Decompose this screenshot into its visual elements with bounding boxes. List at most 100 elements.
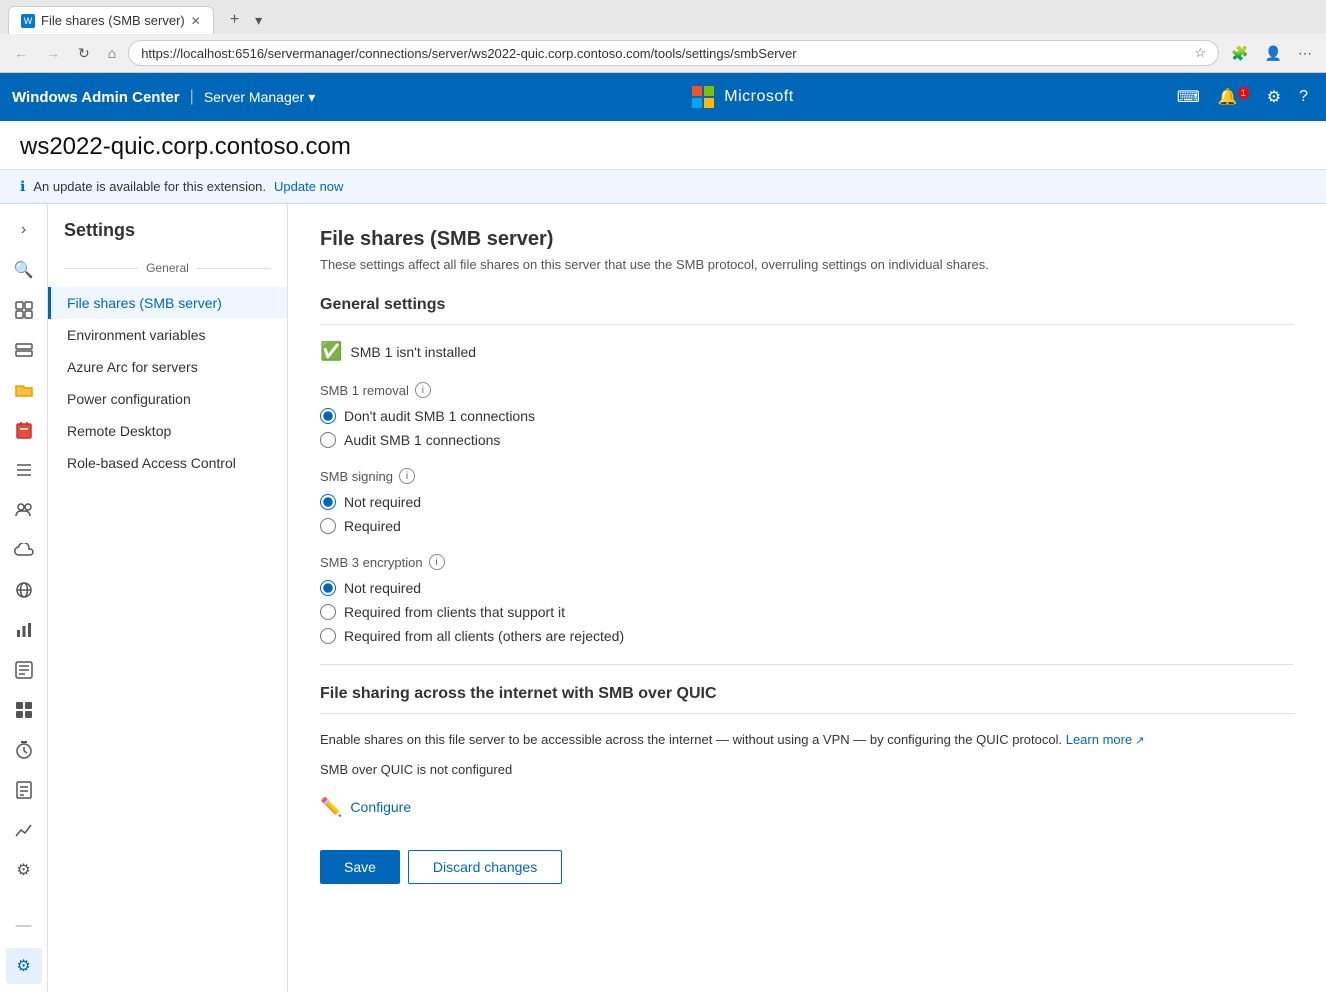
sidebar-overview-icon[interactable] <box>6 292 42 328</box>
action-buttons: Save Discard changes <box>320 850 1294 884</box>
smb3-required-support-label: Required from clients that support it <box>344 604 565 620</box>
refresh-button[interactable]: ↻ <box>72 41 96 66</box>
smb3-encryption-info-icon[interactable]: i <box>429 554 445 570</box>
settings-panel-title: Settings <box>48 220 287 253</box>
smb1-no-audit-label: Don't audit SMB 1 connections <box>344 408 535 424</box>
smb-signing-not-required-option[interactable]: Not required <box>320 494 1294 510</box>
quic-status-text: SMB over QUIC is not configured <box>320 762 1294 777</box>
sidebar-settings-active-icon[interactable]: ⚙ <box>6 948 42 984</box>
sidebar-extensions-icon[interactable]: ⚙ <box>6 852 42 888</box>
sidebar-folder-icon[interactable] <box>6 372 42 408</box>
ms-sq-red <box>692 86 702 96</box>
pencil-icon: ✏️ <box>320 797 342 818</box>
smb3-encryption-group: SMB 3 encryption i Not required Required… <box>320 554 1294 644</box>
wac-topbar: Windows Admin Center | Server Manager ▾ … <box>0 73 1326 121</box>
configure-button[interactable]: ✏️ Configure <box>320 797 411 818</box>
sidebar-apps-icon[interactable] <box>6 692 42 728</box>
sidebar-toggle-button[interactable]: › <box>6 212 42 248</box>
browser-extensions-button[interactable]: 🧩 <box>1225 41 1254 66</box>
smb3-required-support-radio[interactable] <box>320 604 336 620</box>
update-banner-text: An update is available for this extensio… <box>33 179 266 194</box>
server-manager-dropdown[interactable]: Server Manager ▾ <box>204 89 315 106</box>
home-button[interactable]: ⌂ <box>102 41 122 65</box>
smb-signing-required-radio[interactable] <box>320 518 336 534</box>
help-button[interactable]: ? <box>1293 82 1314 112</box>
wac-topbar-right: ⌨ 🔔1 ⚙ ? <box>1171 81 1314 113</box>
ms-logo-grid <box>692 86 714 108</box>
sidebar-notes-icon[interactable] <box>6 772 42 808</box>
smb1-status-text: SMB 1 isn't installed <box>350 344 476 360</box>
new-tab-button[interactable]: + <box>222 7 247 33</box>
content-subtitle: These settings affect all file shares on… <box>320 257 1294 272</box>
discard-changes-button[interactable]: Discard changes <box>408 850 562 884</box>
browser-profile-button[interactable]: 👤 <box>1259 41 1288 66</box>
quic-section-header: File sharing across the internet with SM… <box>320 685 1294 714</box>
terminal-button[interactable]: ⌨ <box>1171 81 1206 113</box>
tab-more-button[interactable]: ▾ <box>255 12 262 29</box>
settings-nav-azure-arc[interactable]: Azure Arc for servers <box>48 351 287 383</box>
settings-panel: Settings General File shares (SMB server… <box>48 204 288 992</box>
smb1-no-audit-radio[interactable] <box>320 408 336 424</box>
sidebar-search-button[interactable]: 🔍 <box>6 252 42 288</box>
sidebar-users-icon[interactable] <box>6 492 42 528</box>
browser-titlebar: W File shares (SMB server) ✕ + ▾ <box>0 0 1326 34</box>
tab-label: File shares (SMB server) <box>41 13 185 28</box>
smb-signing-required-option[interactable]: Required <box>320 518 1294 534</box>
settings-button-topbar[interactable]: ⚙ <box>1261 81 1287 113</box>
smb3-not-required-option[interactable]: Not required <box>320 580 1294 596</box>
notifications-button[interactable]: 🔔1 <box>1212 81 1255 113</box>
server-manager-label: Server Manager <box>204 89 304 105</box>
smb3-required-all-radio[interactable] <box>320 628 336 644</box>
settings-nav-file-shares[interactable]: File shares (SMB server) <box>48 287 287 319</box>
save-button[interactable]: Save <box>320 850 400 884</box>
smb1-audit-option[interactable]: Audit SMB 1 connections <box>320 432 1294 448</box>
sidebar-cloud-icon[interactable] <box>6 532 42 568</box>
sidebar-analytics-icon[interactable] <box>6 812 42 848</box>
browser-action-icons: 🧩 👤 ⋯ <box>1225 41 1318 66</box>
bookmark-icon[interactable]: ☆ <box>1194 45 1206 61</box>
settings-nav-power-config[interactable]: Power configuration <box>48 383 287 415</box>
browser-tab[interactable]: W File shares (SMB server) ✕ <box>8 6 214 34</box>
ms-sq-green <box>704 86 714 96</box>
sidebar-more-icon[interactable]: — <box>6 908 42 944</box>
sidebar-list-icon[interactable] <box>6 452 42 488</box>
update-banner: ℹ An update is available for this extens… <box>0 170 1326 204</box>
quic-section: File sharing across the internet with SM… <box>320 685 1294 818</box>
ms-logo-text: Microsoft <box>724 88 793 106</box>
url-bar[interactable]: https://localhost:6516/servermanager/con… <box>128 40 1219 66</box>
sidebar-events-icon[interactable] <box>6 412 42 448</box>
smb1-removal-label: SMB 1 removal i <box>320 382 1294 398</box>
browser-menu-button[interactable]: ⋯ <box>1292 41 1318 66</box>
smb1-status-icon: ✅ <box>320 341 342 362</box>
smb-signing-not-required-radio[interactable] <box>320 494 336 510</box>
smb-signing-info-icon[interactable]: i <box>399 468 415 484</box>
sidebar-network-icon[interactable] <box>6 572 42 608</box>
smb3-required-all-label: Required from all clients (others are re… <box>344 628 624 644</box>
browser-nav: ← → ↻ ⌂ https://localhost:6516/serverman… <box>0 34 1326 72</box>
sidebar-chart-icon[interactable] <box>6 612 42 648</box>
update-now-link[interactable]: Update now <box>274 179 343 194</box>
forward-button[interactable]: → <box>40 41 66 65</box>
smb-signing-group: SMB signing i Not required Required <box>320 468 1294 534</box>
smb3-not-required-label: Not required <box>344 580 421 596</box>
settings-nav-remote-desktop[interactable]: Remote Desktop <box>48 415 287 447</box>
back-button[interactable]: ← <box>8 41 34 65</box>
smb3-not-required-radio[interactable] <box>320 580 336 596</box>
quic-learn-more-link[interactable]: Learn more <box>1066 732 1145 747</box>
smb3-required-all-option[interactable]: Required from all clients (others are re… <box>320 628 1294 644</box>
smb1-audit-radio[interactable] <box>320 432 336 448</box>
tab-close-button[interactable]: ✕ <box>191 14 201 28</box>
sidebar-timer-icon[interactable] <box>6 732 42 768</box>
smb3-required-support-option[interactable]: Required from clients that support it <box>320 604 1294 620</box>
settings-nav-rbac[interactable]: Role-based Access Control <box>48 447 287 479</box>
settings-nav-env-vars[interactable]: Environment variables <box>48 319 287 351</box>
smb1-no-audit-option[interactable]: Don't audit SMB 1 connections <box>320 408 1294 424</box>
sidebar-storage-icon[interactable] <box>6 332 42 368</box>
browser-chrome: W File shares (SMB server) ✕ + ▾ ← → ↻ ⌂… <box>0 0 1326 73</box>
content-area: File shares (SMB server) These settings … <box>288 204 1326 992</box>
smb-signing-required-label: Required <box>344 518 401 534</box>
sidebar-registry-icon[interactable] <box>6 652 42 688</box>
smb-signing-not-required-label: Not required <box>344 494 421 510</box>
configure-label: Configure <box>350 799 411 815</box>
smb1-removal-info-icon[interactable]: i <box>415 382 431 398</box>
